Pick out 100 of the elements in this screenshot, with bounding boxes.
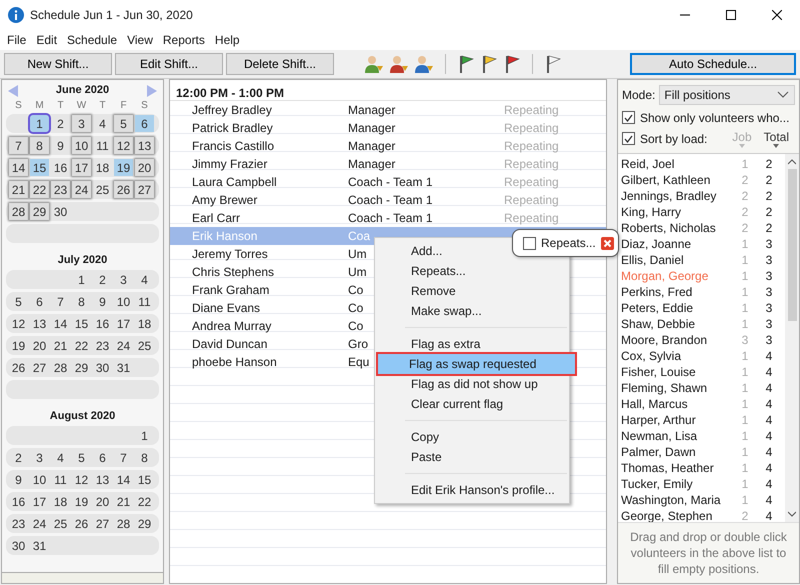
calendar-day[interactable]: 16 [92, 315, 113, 332]
volunteer-name[interactable]: Shaw, Debbie [621, 317, 731, 331]
menu-item[interactable]: Copy [377, 427, 567, 447]
volunteer-name[interactable]: Newman, Lisa [621, 429, 731, 443]
volunteer-name[interactable]: Ellis, Daniel [621, 253, 731, 267]
volunteer-name[interactable]: Laura Campbell [192, 174, 348, 188]
calendar-day[interactable]: 19 [71, 493, 92, 510]
calendar-day[interactable]: 6 [92, 449, 113, 466]
volunteer-name[interactable]: Harper, Arthur [621, 413, 731, 427]
calendar-day[interactable]: 22 [71, 337, 92, 354]
toolbar-button[interactable]: Edit Shift... [115, 53, 223, 75]
calendar-day[interactable]: 13 [29, 315, 50, 332]
calendar-day[interactable]: 5 [71, 449, 92, 466]
calendar-day[interactable]: 19 [114, 159, 133, 176]
calendar-day[interactable]: 30 [92, 359, 113, 376]
calendar-day[interactable]: 17 [72, 159, 91, 176]
menu-item[interactable]: Repeats... [377, 261, 567, 281]
calendar-day[interactable]: 21 [9, 181, 28, 198]
column-header[interactable]: Total [764, 130, 789, 144]
calendar-day[interactable]: 5 [114, 115, 133, 132]
menu-item[interactable]: Paste [377, 447, 567, 467]
volunteer-name[interactable]: Chris Stephens [192, 264, 348, 278]
calendar-day[interactable]: 27 [29, 359, 50, 376]
calendar-day[interactable]: 1 [71, 271, 92, 288]
calendar-day[interactable]: 29 [30, 203, 49, 220]
volunteer-name[interactable]: Fisher, Louise [621, 365, 731, 379]
calendar-day[interactable]: 19 [8, 337, 29, 354]
calendar-day[interactable]: 30 [8, 537, 29, 554]
close-icon[interactable] [772, 10, 782, 20]
calendar-day[interactable]: 20 [29, 337, 50, 354]
calendar-day[interactable]: 21 [113, 493, 134, 510]
calendar-day[interactable]: 12 [71, 471, 92, 488]
calendar-day[interactable]: 9 [92, 293, 113, 310]
volunteer-name[interactable]: Gilbert, Kathleen [621, 173, 731, 187]
calendar-day[interactable]: 13 [135, 137, 154, 154]
calendar-day[interactable]: 18 [134, 315, 155, 332]
menu-item[interactable]: Flag as swap requested [378, 354, 575, 374]
calendar-day[interactable]: 6 [29, 293, 50, 310]
calendar-day[interactable]: 23 [92, 337, 113, 354]
calendar-day[interactable]: 15 [71, 315, 92, 332]
volunteer-name[interactable]: Frank Graham [192, 282, 348, 296]
calendar-day[interactable]: 11 [134, 293, 155, 310]
calendar-day[interactable]: 12 [8, 315, 29, 332]
volunteer-name[interactable]: Andrea Murray [192, 318, 348, 332]
calendar-day[interactable]: 28 [113, 515, 134, 532]
checkbox[interactable] [622, 111, 635, 124]
calendar-day[interactable]: 7 [9, 137, 28, 154]
calendar-day[interactable]: 14 [113, 471, 134, 488]
calendar-day[interactable]: 13 [92, 471, 113, 488]
volunteer-name[interactable]: Peters, Eddie [621, 301, 731, 315]
volunteer-name[interactable]: Fleming, Shawn [621, 381, 731, 395]
checkbox[interactable] [523, 236, 536, 250]
calendar-day[interactable]: 25 [50, 515, 71, 532]
calendar-day[interactable]: 8 [30, 137, 49, 154]
calendar-day[interactable]: 27 [135, 181, 154, 198]
menu-item[interactable]: File [2, 30, 32, 50]
calendar-day[interactable]: 18 [92, 159, 113, 176]
volunteer-name[interactable]: Palmer, Dawn [621, 445, 731, 459]
checkbox[interactable] [622, 132, 635, 145]
volunteer-name[interactable]: Francis Castillo [192, 138, 348, 152]
calendar-day[interactable]: 24 [72, 181, 91, 198]
calendar-day[interactable]: 8 [71, 293, 92, 310]
calendar-day[interactable]: 30 [50, 203, 71, 220]
calendar-day[interactable]: 27 [92, 515, 113, 532]
calendar-day[interactable]: 15 [134, 471, 155, 488]
calendar-day[interactable]: 22 [30, 181, 49, 198]
calendar-day[interactable]: 17 [113, 315, 134, 332]
calendar-day[interactable]: 17 [29, 493, 50, 510]
scroll-down-icon[interactable] [788, 511, 796, 517]
volunteer-name[interactable]: David Duncan [192, 336, 348, 350]
calendar-day[interactable]: 14 [9, 159, 28, 176]
calendar-day[interactable]: 22 [134, 493, 155, 510]
scroll-up-icon[interactable] [788, 159, 796, 165]
toolbar-button[interactable]: Delete Shift... [226, 53, 334, 75]
menu-item[interactable]: Make swap... [377, 301, 567, 321]
menu-item[interactable]: Schedule [62, 30, 122, 50]
volunteer-name[interactable]: Thomas, Heather [621, 461, 731, 475]
volunteer-name[interactable]: Patrick Bradley [192, 120, 348, 134]
volunteer-name[interactable]: Amy Brewer [192, 192, 348, 206]
calendar-day[interactable]: 1 [30, 115, 49, 132]
volunteer-name[interactable]: Jennings, Bradley [621, 189, 731, 203]
volunteer-name[interactable]: Tucker, Emily [621, 477, 731, 491]
calendar-day[interactable]: 29 [71, 359, 92, 376]
calendar-day[interactable]: 31 [29, 537, 50, 554]
volunteer-name[interactable]: Diaz, Joanne [621, 237, 731, 251]
auto-schedule-button[interactable]: Auto Schedule... [630, 53, 796, 75]
maximize-icon[interactable] [726, 10, 736, 20]
calendar-day[interactable]: 5 [8, 293, 29, 310]
calendar-day[interactable]: 10 [113, 293, 134, 310]
toolbar-button[interactable]: New Shift... [4, 53, 112, 75]
calendar-day[interactable]: 3 [29, 449, 50, 466]
flag-icon[interactable] [457, 54, 475, 74]
flag-icon[interactable] [503, 54, 521, 74]
volunteer-name[interactable]: Hall, Marcus [621, 397, 731, 411]
calendar-day[interactable]: 10 [72, 137, 91, 154]
calendar-day[interactable]: 8 [134, 449, 155, 466]
volunteer-name[interactable]: Reid, Joel [621, 157, 731, 171]
calendar-day[interactable]: 23 [51, 181, 70, 198]
calendar-day[interactable]: 28 [9, 203, 28, 220]
flag-icon[interactable] [544, 54, 562, 74]
